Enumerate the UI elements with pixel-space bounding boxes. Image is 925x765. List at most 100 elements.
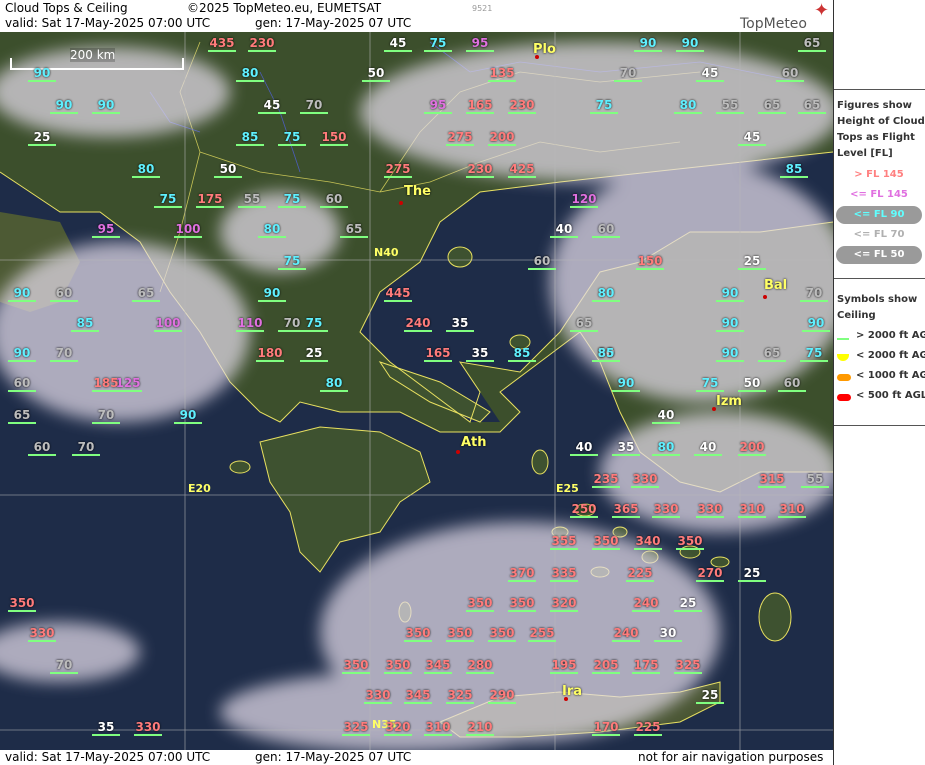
header-bar: Cloud Tops & Ceiling ©2025 TopMeteo.eu, …: [0, 0, 833, 32]
cloud-top-value: 90: [50, 98, 78, 114]
cloud-top-value: 60: [320, 192, 348, 208]
cloud-top-value: 70: [92, 408, 120, 424]
cloud-top-value: 80: [320, 376, 348, 392]
ceiling-legend-label: < 500 ft AGL: [856, 390, 925, 401]
cloud-top-value: 65: [798, 98, 826, 114]
cloud-top-value: 90: [716, 316, 744, 332]
cloud-top-value: 75: [800, 346, 828, 362]
cloud-top-value: 205: [592, 658, 620, 674]
cloud-top-value: 320: [550, 596, 578, 612]
cloud-top-value: 40: [652, 408, 680, 424]
cloud-top-value: 90: [676, 36, 704, 52]
cloud-top-value: 25: [738, 566, 766, 582]
figures-legend-title: Figures show Height of Cloud Tops as Fli…: [837, 98, 925, 162]
cloud-top-value: 330: [28, 626, 56, 642]
cloud-top-value: 50: [362, 66, 390, 82]
cloud-top-value: 90: [634, 36, 662, 52]
cloud-top-value: 30: [654, 626, 682, 642]
ceiling-symbol-icon: [837, 354, 849, 361]
figures-title-line: Figures show: [837, 100, 912, 111]
cloud-top-value: 255: [528, 626, 556, 642]
flight-level-legend-item: <= FL 90: [836, 206, 922, 224]
cloud-top-value: 70: [50, 658, 78, 674]
cloud-top-value: 95: [92, 222, 120, 238]
cloud-top-value: 425: [508, 162, 536, 178]
city-label: Bal: [764, 278, 788, 293]
chart-title: Cloud Tops & Ceiling: [5, 1, 128, 15]
copyright-text: ©2025 TopMeteo.eu, EUMETSAT: [187, 1, 382, 15]
cloud-top-value: 80: [236, 66, 264, 82]
symbols-legend-title: Symbols show Ceiling: [837, 292, 917, 324]
cloud-top-value: 45: [696, 66, 724, 82]
satellite-map[interactable]: 200 km Plo The Bal Izm Ath Ira N40 E20 E25 N35 4…: [0, 32, 833, 750]
cloud-top-value: 60: [528, 254, 556, 270]
cloud-top-value: 165: [466, 98, 494, 114]
scale-label: 200 km: [70, 48, 116, 62]
cloud-top-value: 290: [488, 688, 516, 704]
cloud-top-value: 85: [236, 130, 264, 146]
ceiling-symbol-icon: [837, 374, 851, 381]
cloud-top-value: 350: [676, 534, 704, 550]
cloud-top-value: 230: [508, 98, 536, 114]
city-label: Izm: [716, 394, 742, 409]
cloud-top-value: 135: [488, 66, 516, 82]
flight-level-legend-item: > FL 145: [854, 169, 904, 180]
cloud-top-value: 350: [488, 626, 516, 642]
brand-name: TopMeteo: [740, 16, 807, 32]
cloud-top-value: 90: [92, 98, 120, 114]
cloud-top-value: 270: [696, 566, 724, 582]
cloud-top-value: 340: [634, 534, 662, 550]
cloud-top-value: 40: [550, 222, 578, 238]
figures-title-line: Height of Cloud: [837, 116, 925, 127]
cloud-top-value: 210: [466, 720, 494, 736]
cloud-top-value: 230: [466, 162, 494, 178]
cloud-top-value: 110: [236, 316, 264, 332]
cloud-top-value: 335: [550, 566, 578, 582]
cloud-top-value: 350: [508, 596, 536, 612]
cloud-top-value: 65: [570, 316, 598, 332]
cloud-top-value: 70: [300, 98, 328, 114]
cloud-top-value: 25: [674, 596, 702, 612]
cloud-top-value: 70: [614, 66, 642, 82]
cloud-top-value: 65: [758, 346, 786, 362]
cloud-top-value: 330: [652, 502, 680, 518]
cloud-top-value: 325: [446, 688, 474, 704]
cloud-top-value: 35: [446, 316, 474, 332]
city-label: The: [404, 184, 431, 199]
cloud-top-value: 45: [384, 36, 412, 52]
cloud-top-value: 150: [636, 254, 664, 270]
cloud-top-value: 250: [570, 502, 598, 518]
cloud-top-value: 170: [592, 720, 620, 736]
cloud-top-value: 25: [300, 346, 328, 362]
cloud-top-value: 330: [134, 720, 162, 736]
cloud-top-value: 320: [384, 720, 412, 736]
cloud-top-value: 240: [632, 596, 660, 612]
cloud-top-value: 355: [550, 534, 578, 550]
cloud-top-value: 25: [28, 130, 56, 146]
flight-level-legend-item: <= FL 145: [850, 189, 908, 200]
cloud-top-value: 350: [446, 626, 474, 642]
cloud-top-value: 325: [342, 720, 370, 736]
footer-bar: valid: Sat 17-May-2025 07:00 UTC gen: 17…: [0, 750, 833, 765]
cloud-top-value: 230: [248, 36, 276, 52]
compass-star-icon: ✦: [814, 0, 830, 21]
cloud-top-value: 65: [340, 222, 368, 238]
cloud-top-value: 60: [592, 222, 620, 238]
cloud-top-value: 350: [8, 596, 36, 612]
cloud-top-value: 315: [758, 472, 786, 488]
cloud-top-value: 90: [802, 316, 830, 332]
cloud-top-value: 25: [738, 254, 766, 270]
cloud-top-value: 65: [8, 408, 36, 424]
cloud-top-value: 350: [384, 658, 412, 674]
cloud-top-value: 200: [738, 440, 766, 456]
cloud-top-value: 350: [404, 626, 432, 642]
cloud-top-value: 60: [50, 286, 78, 302]
cloud-top-value: 45: [258, 98, 286, 114]
cloud-top-value: 55: [716, 98, 744, 114]
symbols-title-line: Symbols show: [837, 294, 918, 305]
cloud-top-value: 345: [424, 658, 452, 674]
cloud-top-value: 280: [466, 658, 494, 674]
cloud-top-value: 50: [214, 162, 242, 178]
cloud-top-value: 80: [674, 98, 702, 114]
cloud-top-value: 85: [508, 346, 536, 362]
